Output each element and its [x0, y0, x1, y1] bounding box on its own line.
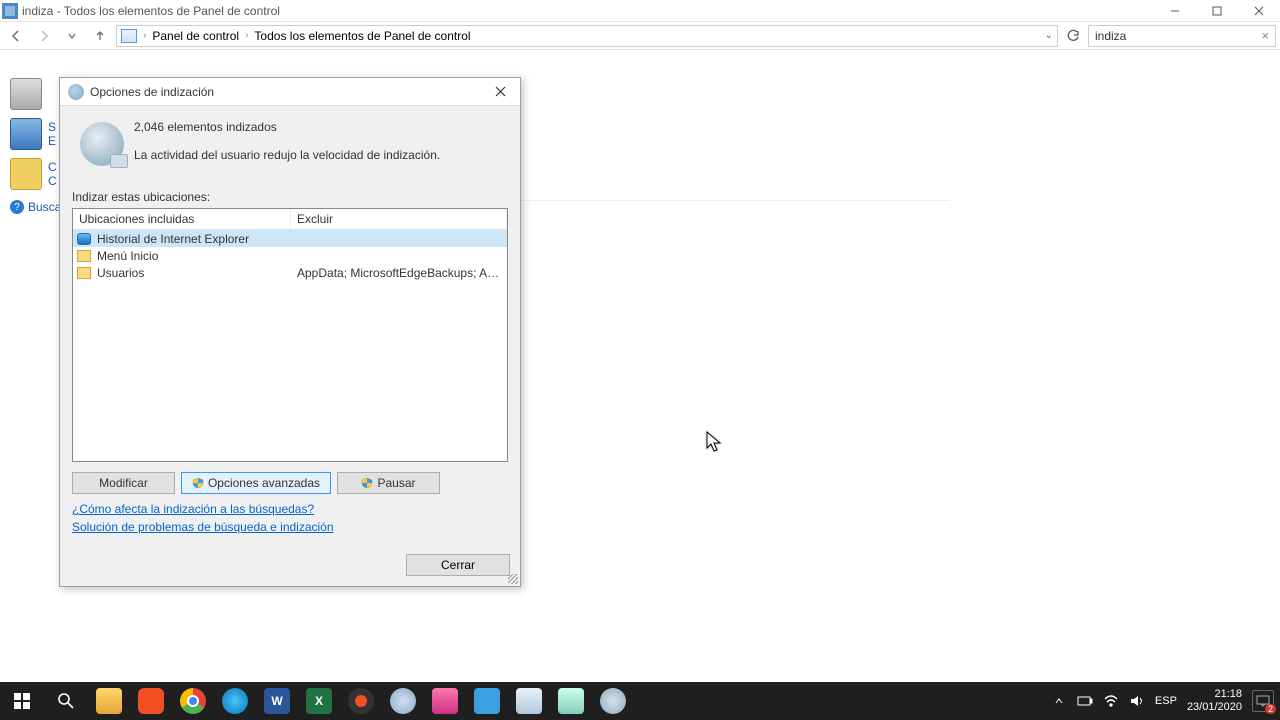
list-item[interactable]: Usuarios AppData; MicrosoftEdgeBackups; … [73, 264, 507, 281]
list-item[interactable]: Menú Inicio [73, 247, 507, 264]
chevron-right-icon: › [143, 30, 146, 41]
troubleshoot-link[interactable]: Solución de problemas de búsqueda e indi… [72, 520, 508, 534]
system-tray: ESP 21:18 23/01/2020 2 [1051, 688, 1280, 714]
app-taskbar[interactable] [508, 682, 550, 720]
locations-label: Indizar estas ubicaciones: [72, 190, 508, 204]
magnifier-icon [80, 122, 124, 166]
modify-button[interactable]: Modificar [72, 472, 175, 494]
uac-shield-icon [361, 477, 373, 489]
dialog-close-button[interactable] [488, 80, 512, 104]
window-titlebar: indiza - Todos los elementos de Panel de… [0, 0, 1280, 22]
back-button[interactable] [4, 24, 28, 48]
list-item[interactable]: Historial de Internet Explorer [73, 230, 507, 247]
app-taskbar[interactable] [382, 682, 424, 720]
up-button[interactable] [88, 24, 112, 48]
app-taskbar[interactable] [466, 682, 508, 720]
locations-listbox[interactable]: Ubicaciones incluidas Excluir Historial … [72, 208, 508, 462]
indexing-taskbar[interactable] [592, 682, 634, 720]
brave-taskbar[interactable] [130, 682, 172, 720]
resize-grip[interactable] [508, 574, 518, 584]
toolbar: › Panel de control › Todos los elementos… [0, 22, 1280, 50]
dialog-titlebar: Opciones de indización [60, 78, 520, 106]
search-input[interactable]: indiza × [1088, 25, 1276, 47]
battery-icon[interactable] [1077, 693, 1093, 709]
help-link[interactable]: ?Buscar [10, 200, 65, 214]
indexed-count: 2,046 elementos indizados [134, 120, 440, 134]
breadcrumb-root[interactable]: Panel de control [152, 29, 239, 43]
cp-item-icon [10, 158, 42, 190]
app-taskbar[interactable] [550, 682, 592, 720]
control-panel-items: SE CC ?Buscar [10, 74, 65, 214]
app-taskbar[interactable] [424, 682, 466, 720]
maximize-button[interactable] [1196, 0, 1238, 22]
excel-taskbar[interactable]: X [298, 682, 340, 720]
tray-language[interactable]: ESP [1155, 695, 1177, 707]
taskbar: W X ESP 21:18 23/01/2020 2 [0, 682, 1280, 720]
pause-button[interactable]: Pausar [337, 472, 440, 494]
window-title: indiza - Todos los elementos de Panel de… [22, 4, 280, 18]
recent-dropdown[interactable] [60, 24, 84, 48]
close-button[interactable] [1238, 0, 1280, 22]
search-value: indiza [1095, 29, 1126, 43]
dialog-title: Opciones de indización [90, 85, 214, 99]
clear-search-icon[interactable]: × [1261, 28, 1269, 43]
help-icon: ? [10, 200, 24, 214]
cp-item-icon [10, 78, 42, 110]
chevron-right-icon: › [245, 30, 248, 41]
control-panel-icon [121, 29, 137, 43]
close-dialog-button[interactable]: Cerrar [406, 554, 510, 576]
app-icon [2, 3, 18, 19]
notification-badge: 2 [1265, 704, 1276, 714]
ie-icon [77, 233, 91, 245]
app-taskbar[interactable] [340, 682, 382, 720]
minimize-button[interactable] [1154, 0, 1196, 22]
address-bar[interactable]: › Panel de control › Todos los elementos… [116, 25, 1058, 47]
indexing-status: La actividad del usuario redujo la veloc… [134, 148, 440, 162]
forward-button[interactable] [32, 24, 56, 48]
how-indexing-link[interactable]: ¿Cómo afecta la indización a las búsqued… [72, 502, 508, 516]
breadcrumb-current[interactable]: Todos los elementos de Panel de control [254, 29, 470, 43]
search-taskbar-button[interactable] [44, 682, 88, 720]
indexing-options-dialog: Opciones de indización 2,046 elementos i… [59, 77, 521, 587]
start-button[interactable] [0, 682, 44, 720]
volume-icon[interactable] [1129, 693, 1145, 709]
file-explorer-taskbar[interactable] [88, 682, 130, 720]
refresh-button[interactable] [1062, 25, 1084, 47]
chevron-down-icon[interactable]: ⌄ [1045, 30, 1053, 41]
tray-clock[interactable]: 21:18 23/01/2020 [1187, 688, 1242, 714]
cursor-icon [706, 431, 724, 460]
uac-shield-icon [192, 477, 204, 489]
list-header: Ubicaciones incluidas Excluir [73, 209, 507, 230]
wifi-icon[interactable] [1103, 693, 1119, 709]
ie-taskbar[interactable] [214, 682, 256, 720]
folder-icon [77, 250, 91, 262]
folder-icon [77, 267, 91, 279]
chrome-taskbar[interactable] [172, 682, 214, 720]
notifications-button[interactable]: 2 [1252, 690, 1274, 712]
col-exclude[interactable]: Excluir [291, 209, 507, 229]
cp-item-icon [10, 118, 42, 150]
tray-chevron-icon[interactable] [1051, 693, 1067, 709]
col-included[interactable]: Ubicaciones incluidas [73, 209, 291, 229]
indexing-icon [68, 84, 84, 100]
advanced-options-button[interactable]: Opciones avanzadas [181, 472, 331, 494]
word-taskbar[interactable]: W [256, 682, 298, 720]
